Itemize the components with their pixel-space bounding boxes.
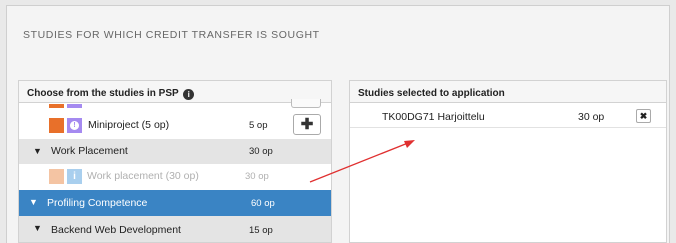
work-placement-label: Work Placement <box>51 145 128 157</box>
group-profiling-competence[interactable]: ▼ Profiling Competence 60 op <box>19 190 331 216</box>
work-placement-course-label: Work placement (30 op) <box>87 170 199 182</box>
info-icon[interactable]: i <box>183 89 195 100</box>
backend-web-label: Backend Web Development <box>51 224 181 236</box>
selected-study-row: TK00DG71 Harjoittelu 30 op ✖ <box>350 104 666 128</box>
info-square-icon: i <box>67 169 82 184</box>
selected-studies-panel: Studies selected to application TK00DG71… <box>349 80 667 243</box>
psp-panel-title: Choose from the studies in PSP <box>27 88 179 99</box>
group-work-placement[interactable]: ▼ Work Placement 30 op <box>19 139 331 164</box>
chevron-down-icon: ▼ <box>33 223 42 233</box>
selected-study-credits: 30 op <box>578 111 605 123</box>
group-backend-web-development[interactable]: ▼ Backend Web Development 15 op <box>19 216 331 242</box>
list-item-cut <box>19 99 331 111</box>
chevron-down-icon: ▼ <box>29 197 38 207</box>
list-item-work-placement-course: i Work placement (30 op) 30 op <box>19 164 331 188</box>
section-title: STUDIES FOR WHICH CREDIT TRANSFER IS SOU… <box>23 29 320 41</box>
alert-badge: ! <box>70 121 79 130</box>
miniproject-credits: 5 op <box>249 120 268 131</box>
miniproject-label: Miniproject (5 op) <box>88 119 170 131</box>
orange-square-icon <box>49 169 64 184</box>
chevron-down-icon: ▼ <box>33 146 42 156</box>
plus-icon: ✚ <box>300 116 314 133</box>
add-miniproject-button[interactable]: ✚ <box>293 114 321 135</box>
orange-square-icon <box>49 118 64 133</box>
list-item-miniproject: ! Miniproject (5 op) 5 op ✚ <box>19 111 331 139</box>
purple-alert-icon: ! <box>67 118 82 133</box>
selected-panel-title: Studies selected to application <box>358 88 505 99</box>
profiling-competence-label: Profiling Competence <box>47 197 148 209</box>
work-placement-credits: 30 op <box>249 146 273 157</box>
remove-study-button[interactable]: ✖ <box>636 109 651 123</box>
selected-panel-header: Studies selected to application <box>350 81 666 103</box>
selected-study-name: TK00DG71 Harjoittelu <box>382 111 485 123</box>
work-placement-course-credits: 30 op <box>245 171 269 182</box>
backend-web-credits: 15 op <box>249 225 273 236</box>
psp-studies-panel: Choose from the studies in PSP i ! Minip… <box>18 80 332 243</box>
profiling-competence-credits: 60 op <box>251 198 275 209</box>
orange-square-icon <box>49 104 64 108</box>
add-button-partial[interactable] <box>291 99 321 108</box>
purple-square-icon <box>67 104 82 108</box>
psp-panel-header: Choose from the studies in PSP i <box>19 81 331 103</box>
close-icon: ✖ <box>639 111 648 121</box>
